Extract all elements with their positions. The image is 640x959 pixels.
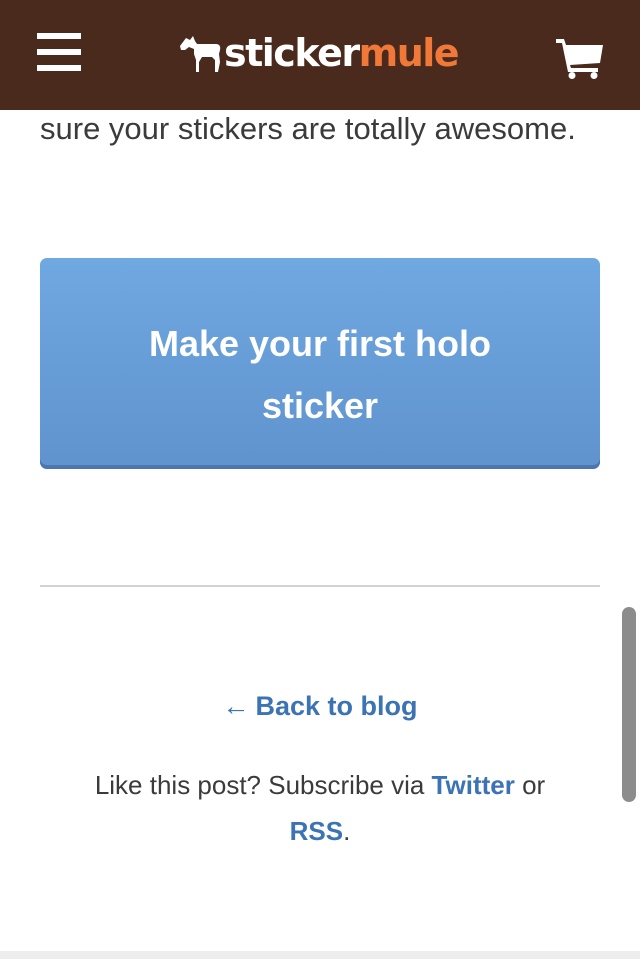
scrollbar-thumb[interactable]	[622, 607, 636, 802]
intro-text: sure your stickers are totally awesome.	[40, 111, 576, 146]
divider	[40, 585, 600, 587]
twitter-link[interactable]: Twitter	[432, 770, 515, 800]
subscribe-prefix: Like this post? Subscribe via	[94, 770, 432, 800]
subscribe-suffix: .	[343, 816, 351, 846]
back-to-blog: ← Back to blog	[0, 688, 640, 724]
menu-line	[37, 65, 81, 71]
left-arrow-icon: ←	[222, 691, 250, 721]
page: stickermule sure your stickers are total…	[0, 0, 640, 959]
rss-link[interactable]: RSS	[290, 816, 343, 846]
logo-sticker-text: sticker	[224, 31, 360, 75]
subscribe-text: Like this post? Subscribe via Twitter or…	[60, 762, 580, 854]
back-to-blog-label: Back to blog	[255, 691, 418, 721]
hamburger-menu-icon[interactable]	[37, 33, 81, 73]
menu-line	[37, 49, 81, 55]
menu-line	[37, 33, 81, 39]
subscribe-middle: or	[514, 770, 546, 800]
stickermule-logo[interactable]: stickermule	[178, 30, 460, 76]
back-to-blog-link[interactable]: ← Back to blog	[222, 691, 417, 721]
shopping-cart-icon[interactable]	[556, 37, 604, 79]
make-holo-sticker-button[interactable]: Make your first holo sticker	[40, 258, 600, 469]
logo-wordmark: stickermule	[224, 30, 460, 76]
mule-icon	[180, 36, 221, 72]
bottom-bar	[0, 951, 640, 959]
logo-mule-text: mule	[358, 31, 460, 75]
site-header: stickermule	[0, 0, 640, 110]
